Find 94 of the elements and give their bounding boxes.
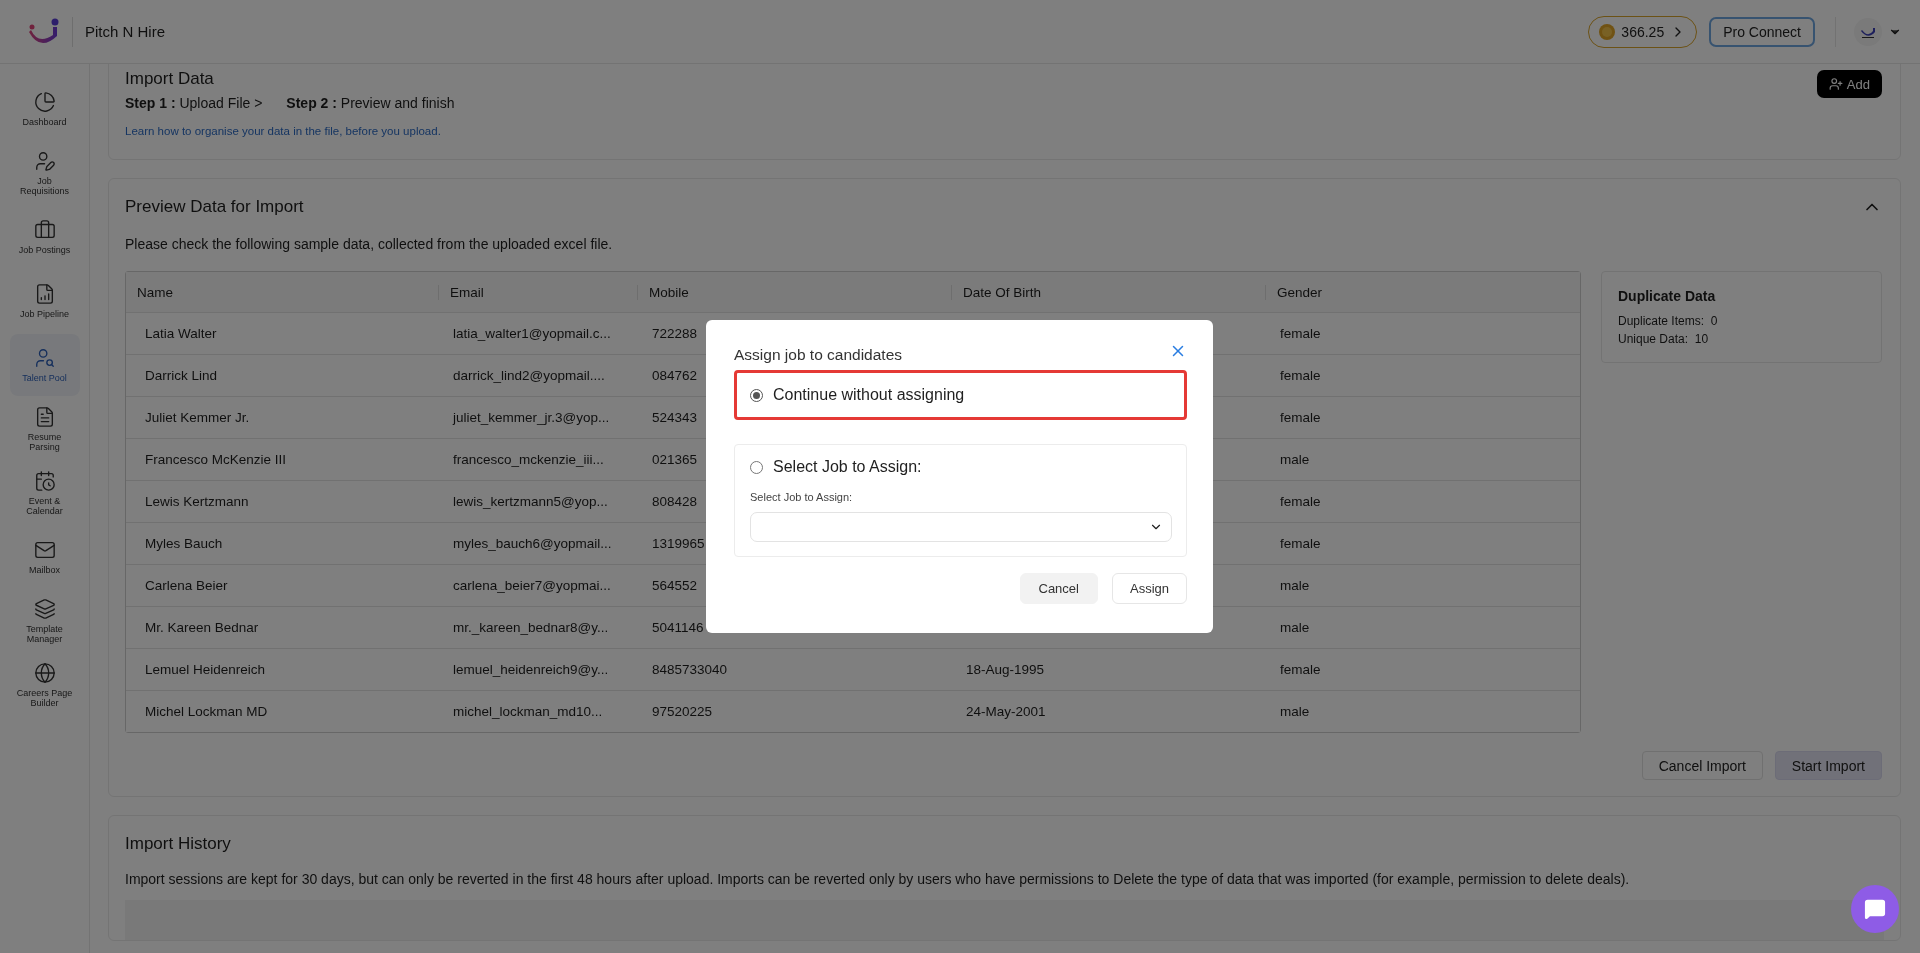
briefcase-icon <box>33 219 56 241</box>
cancel-button[interactable]: Cancel Import <box>1641 751 1763 780</box>
table-cell-text: 1319965 <box>651 536 705 551</box>
dialog-title: Assign job to candidates <box>734 345 903 364</box>
chat-icon <box>1864 898 1886 920</box>
table-cell-text: Mr. Kareen Bednar <box>144 620 259 635</box>
table-cell-text: 5041146 <box>651 620 704 635</box>
sidebar-item[interactable]: Event & Calendar <box>9 462 80 524</box>
card-title: Import Data <box>125 68 215 90</box>
radio-option[interactable]: Continue without assigning <box>750 386 1170 404</box>
table-cell-text: male <box>1279 620 1310 635</box>
table-cell-text: 97520225 <box>651 704 713 719</box>
table-cell-text: male <box>1279 578 1310 593</box>
table-cell-text: male <box>1279 704 1310 719</box>
table-cell-text: Francesco McKenzie III <box>144 452 287 467</box>
table-cell-text: francesco_mckenzie_iii... <box>452 452 604 467</box>
pro-connect-button[interactable]: Pro Connect <box>1709 16 1815 47</box>
table-cell-text: juliet_kemmer_jr.3@yop... <box>451 410 610 425</box>
table-cell-text: female <box>1279 326 1321 341</box>
person-pen-icon <box>33 150 56 172</box>
brand-name: Pitch N Hire <box>72 16 166 47</box>
step-label: Step 1 : Upload File > <box>125 94 263 113</box>
sidebar-item[interactable]: Dashboard <box>9 78 80 140</box>
layers-icon <box>33 598 56 620</box>
card-subtitle: Please check the following sample data, collected from the uploaded excel file. <box>125 235 614 253</box>
card-title: Preview Data for Import <box>125 196 304 218</box>
column-header: Gender <box>1265 284 1580 300</box>
stat-line: Duplicate Items: 0 <box>1618 313 1719 330</box>
add-button[interactable]: Add <box>1816 70 1882 98</box>
sidebar-item[interactable]: Template Manager <box>9 590 80 652</box>
history-description: Import sessions are kept for 30 days, but can only be reverted in the first 48 hours after upload. Imports can be reverted only by users who have permissions to Delete the type of data that was imported (for example, permission to delete deals). <box>125 870 1630 888</box>
sidebar-item[interactable]: Job Postings <box>9 206 80 268</box>
table-cell-text: Lemuel Heidenreich <box>144 662 266 677</box>
credits-button[interactable]: 366.25 <box>1588 15 1698 48</box>
table-cell-text: Lewis Kertzmann <box>144 494 249 509</box>
table-cell-text: lewis_kertzmann5@yop... <box>452 494 608 509</box>
table-cell-text: mr._kareen_bednar8@y... <box>452 620 609 635</box>
card-title: Import History <box>125 833 232 855</box>
help-link[interactable]: Learn how to organise your data in the file, before you upload. <box>125 123 1817 139</box>
table-cell-text: carlena_beier7@yopmai... <box>452 578 611 593</box>
table-cell-text: female <box>1279 536 1321 551</box>
table-cell-text: darrick_lind2@yopmail.... <box>452 368 605 383</box>
table-cell-text: female <box>1279 662 1321 677</box>
sidebar-item[interactable]: Job Requisitions <box>9 142 80 204</box>
table-cell-text: 808428 <box>651 494 698 509</box>
cancel-button[interactable]: Cancel <box>1019 573 1098 604</box>
table-cell-text: 24-May-2001 <box>965 704 1046 719</box>
table-cell-text: Michel Lockman MD <box>144 704 268 719</box>
coin-icon <box>1599 23 1616 40</box>
table-cell-text: latia_walter1@yopmail.c... <box>452 326 611 341</box>
column-header: Email <box>438 284 637 300</box>
table-cell-text: Carlena Beier <box>144 578 228 593</box>
avatar[interactable] <box>1854 17 1882 46</box>
start-button[interactable]: Start Import <box>1774 751 1882 780</box>
field-label: Select Job to Assign: <box>750 491 854 503</box>
table-cell-text: female <box>1279 368 1321 383</box>
table-cell-text: lemuel_heidenreich9@y... <box>452 662 609 677</box>
globe-icon <box>33 662 56 684</box>
sidebar-item[interactable]: Talent Pool <box>9 334 80 396</box>
step-label: Step 2 : Preview and finish <box>286 94 455 113</box>
radio-option[interactable]: Select Job to Assign: <box>750 458 1172 476</box>
column-header: Mobile <box>637 284 951 300</box>
table-cell-text: 524343 <box>651 410 698 425</box>
sidebar-item[interactable]: Job Pipeline <box>9 270 80 332</box>
column-header: Name <box>136 284 174 300</box>
panel-title: Duplicate Data <box>1618 288 1717 304</box>
table-cell-text: female <box>1279 494 1321 509</box>
table-cell-text: 722288 <box>651 326 698 341</box>
table-cell-text: myles_bauch6@yopmail... <box>452 536 612 551</box>
table-cell-text: female <box>1279 410 1321 425</box>
table-cell-text: Latia Walter <box>144 326 217 341</box>
table-cell-text: Myles Bauch <box>144 536 223 551</box>
table-cell-text: 8485733040 <box>651 662 728 677</box>
table-cell-text: 18-Aug-1995 <box>965 662 1045 677</box>
pie-chart-icon <box>33 91 56 113</box>
stat-line: Unique Data: 10 <box>1618 331 1710 348</box>
table-cell-text: 084762 <box>651 368 698 383</box>
sidebar-item[interactable]: Mailbox <box>9 526 80 588</box>
person-search-icon <box>33 347 56 369</box>
sidebar-item[interactable]: Careers Page Builder <box>9 654 80 716</box>
table-cell-text: male <box>1279 452 1310 467</box>
column-header: Date Of Birth <box>951 284 1265 300</box>
table-cell-text: 021365 <box>651 452 698 467</box>
sidebar-item[interactable]: Resume Parsing <box>9 398 80 460</box>
option-label: Select Job to Assign: <box>773 458 922 476</box>
table-cell-text: Darrick Lind <box>144 368 218 383</box>
table-cell-text: 564552 <box>651 578 698 593</box>
add-person-icon <box>1828 77 1843 91</box>
table-cell-text: Juliet Kemmer Jr. <box>144 410 250 425</box>
assign-button[interactable]: Assign <box>1111 573 1187 604</box>
table-cell-text: michel_lockman_md10... <box>452 704 603 719</box>
option-label: Continue without assigning <box>773 386 965 404</box>
calendar-icon <box>33 470 56 492</box>
mail-icon <box>33 539 56 561</box>
